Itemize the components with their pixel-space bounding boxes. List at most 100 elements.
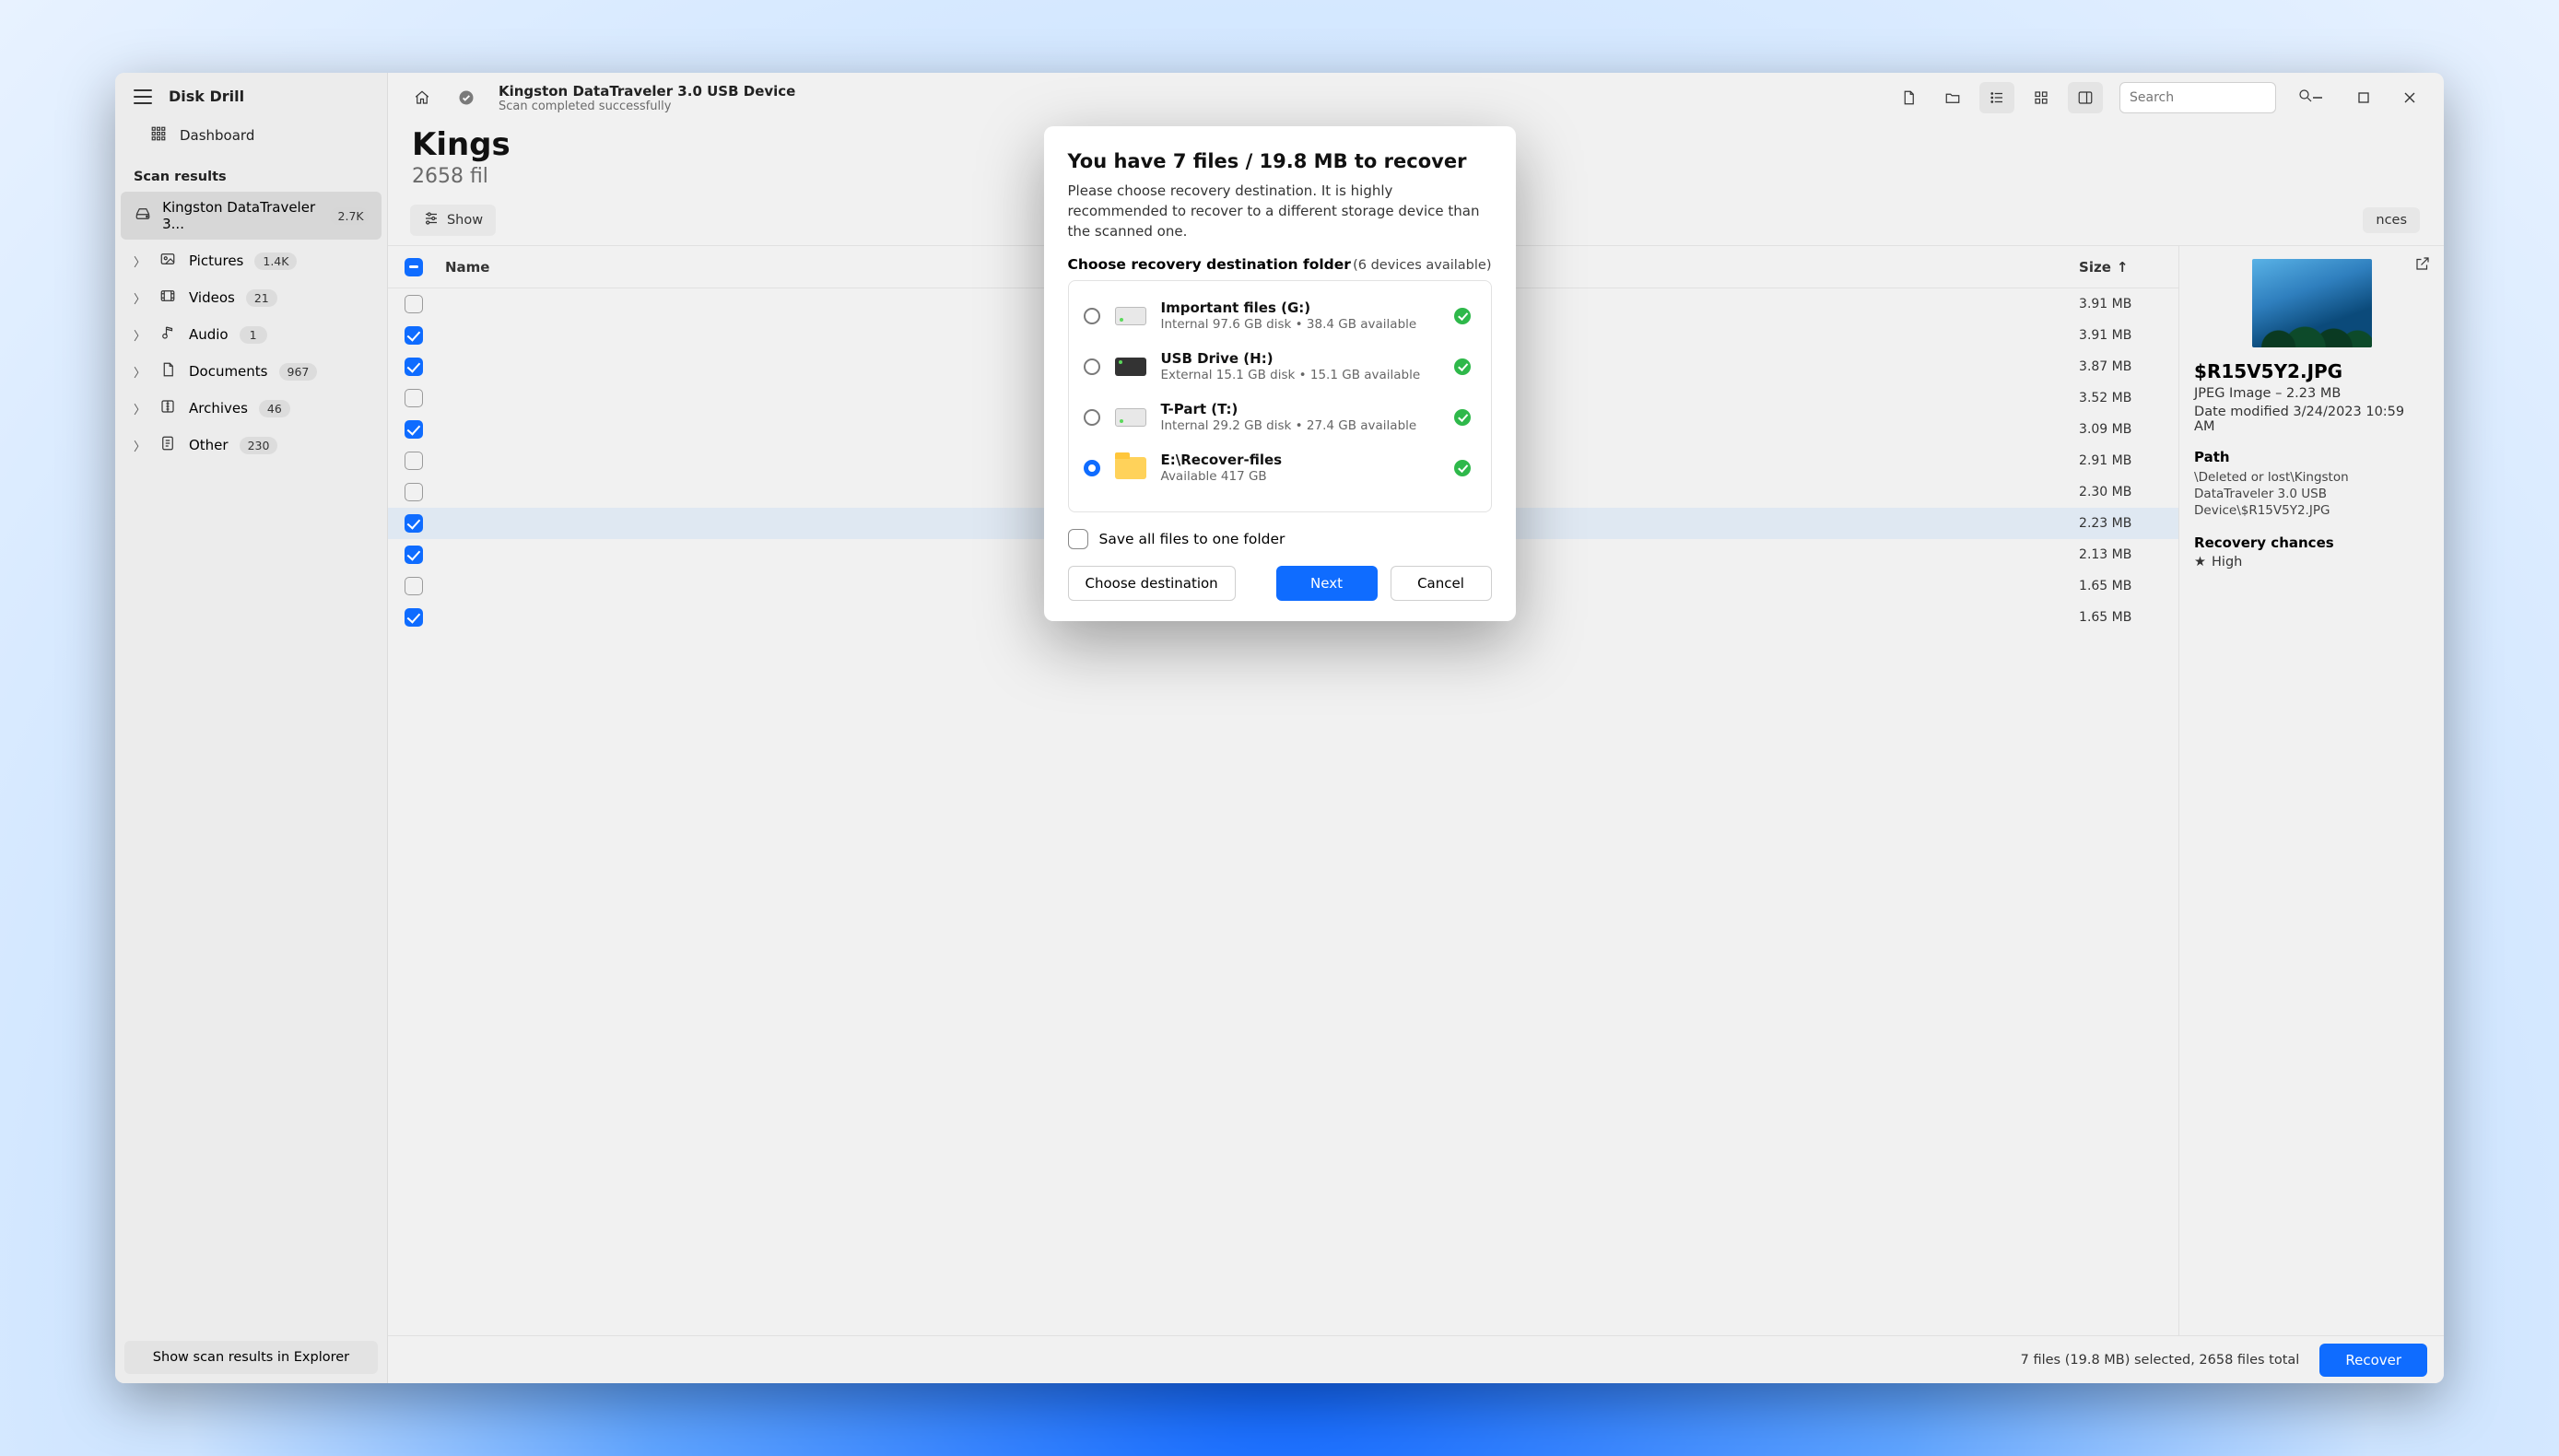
row-checkbox[interactable]	[405, 326, 423, 345]
chevron-right-icon: 〉	[134, 437, 147, 454]
sliders-icon	[423, 210, 440, 230]
app-window: Disk Drill Dashboard Scan results Kingst…	[115, 73, 2444, 1383]
status-check-icon	[449, 82, 484, 113]
details-path-value: \Deleted or lost\Kingston DataTraveler 3…	[2194, 469, 2429, 520]
row-size: 1.65 MB	[2079, 579, 2162, 593]
sidebar-item-audio[interactable]: 〉Audio1	[121, 317, 382, 352]
sidebar-item-count: 46	[259, 400, 290, 417]
row-checkbox[interactable]	[405, 514, 423, 533]
save-to-one-folder-checkbox[interactable]	[1068, 529, 1088, 549]
destination-sub: Available 417 GB	[1161, 469, 1439, 484]
destination-row[interactable]: Important files (G:)Internal 97.6 GB dis…	[1076, 290, 1484, 341]
app-title: Disk Drill	[169, 88, 244, 105]
sidebar-item-label: Pictures	[189, 252, 243, 269]
choose-destination-button[interactable]: Choose destination	[1068, 566, 1236, 601]
show-results-in-explorer-button[interactable]: Show scan results in Explorer	[124, 1341, 378, 1374]
row-checkbox[interactable]	[405, 483, 423, 501]
search-box[interactable]	[2119, 82, 2276, 113]
file-icon[interactable]	[1891, 82, 1926, 113]
header-scan-status: Scan completed successfully	[499, 100, 795, 113]
filter-last-pill[interactable]: nces	[2363, 207, 2420, 233]
audio-icon	[158, 324, 178, 345]
row-checkbox[interactable]	[405, 546, 423, 564]
row-size: 3.87 MB	[2079, 359, 2162, 374]
chevron-right-icon: 〉	[134, 252, 147, 270]
destination-row[interactable]: USB Drive (H:)External 15.1 GB disk • 15…	[1076, 341, 1484, 392]
grid-view-icon[interactable]	[2024, 82, 2059, 113]
folder-icon[interactable]	[1935, 82, 1970, 113]
sidebar: Disk Drill Dashboard Scan results Kingst…	[115, 73, 388, 1383]
row-checkbox[interactable]	[405, 577, 423, 595]
drive-icon	[134, 205, 151, 226]
sidebar-item-count: 967	[279, 363, 318, 381]
destination-row[interactable]: T-Part (T:)Internal 29.2 GB disk • 27.4 …	[1076, 392, 1484, 442]
destination-name: E:\Recover-files	[1161, 452, 1439, 468]
destination-radio[interactable]	[1084, 409, 1100, 426]
details-type: JPEG Image – 2.23 MB	[2194, 386, 2429, 401]
sidebar-item-documents[interactable]: 〉Documents967	[121, 354, 382, 389]
home-icon[interactable]	[405, 82, 440, 113]
destination-list[interactable]: Important files (G:)Internal 97.6 GB dis…	[1068, 280, 1492, 512]
row-checkbox[interactable]	[405, 358, 423, 376]
row-checkbox[interactable]	[405, 389, 423, 407]
row-size: 1.65 MB	[2079, 610, 2162, 625]
row-checkbox[interactable]	[405, 420, 423, 439]
external-drive-icon	[1115, 358, 1146, 376]
destination-name: USB Drive (H:)	[1161, 350, 1439, 367]
destination-sub: Internal 97.6 GB disk • 38.4 GB availabl…	[1161, 317, 1439, 332]
window-close-button[interactable]	[2390, 82, 2429, 113]
destination-radio[interactable]	[1084, 308, 1100, 324]
row-checkbox[interactable]	[405, 608, 423, 627]
check-icon	[1454, 308, 1471, 324]
chevron-right-icon: 〉	[134, 289, 147, 307]
destination-radio[interactable]	[1084, 358, 1100, 375]
select-all-checkbox[interactable]	[405, 258, 423, 276]
star-icon: ★	[2194, 555, 2206, 569]
sidebar-dashboard-label: Dashboard	[180, 127, 254, 144]
sidebar-item-label: Audio	[189, 326, 229, 343]
window-maximize-button[interactable]	[2344, 82, 2383, 113]
search-input[interactable]	[2130, 90, 2290, 105]
sidebar-item-label: Other	[189, 437, 229, 453]
sidebar-item-dashboard[interactable]: Dashboard	[123, 116, 380, 155]
panel-view-icon[interactable]	[2068, 82, 2103, 113]
documents-icon	[158, 361, 178, 382]
sidebar-heading-scan-results: Scan results	[115, 157, 387, 190]
details-path-heading: Path	[2194, 449, 2429, 465]
sidebar-item-archives[interactable]: 〉Archives46	[121, 391, 382, 426]
grid-icon	[150, 125, 167, 146]
sidebar-item-count: 230	[240, 437, 278, 454]
menu-icon[interactable]	[134, 89, 152, 104]
destination-radio[interactable]	[1084, 460, 1100, 476]
sidebar-item-videos[interactable]: 〉Videos21	[121, 280, 382, 315]
header-device-title: Kingston DataTraveler 3.0 USB Device	[499, 83, 795, 100]
sidebar-item-other[interactable]: 〉 Other 230	[121, 428, 382, 463]
dialog-body: Please choose recovery destination. It i…	[1068, 182, 1492, 241]
filter-show-pill[interactable]: Show	[410, 205, 496, 236]
check-icon	[1454, 409, 1471, 426]
recover-button[interactable]: Recover	[2319, 1344, 2427, 1377]
cancel-button[interactable]: Cancel	[1391, 566, 1492, 601]
sidebar-device-label: Kingston DataTraveler 3...	[162, 199, 318, 232]
details-date-modified: Date modified 3/24/2023 10:59 AM	[2194, 405, 2429, 434]
row-size: 2.23 MB	[2079, 516, 2162, 531]
details-chances-value: ★High	[2194, 555, 2429, 569]
status-bar: 7 files (19.8 MB) selected, 2658 files t…	[388, 1335, 2444, 1383]
destination-row[interactable]: E:\Recover-filesAvailable 417 GB	[1076, 442, 1484, 493]
window-minimize-button[interactable]	[2298, 82, 2337, 113]
row-checkbox[interactable]	[405, 295, 423, 313]
next-button[interactable]: Next	[1276, 566, 1378, 601]
sidebar-item-count: 1.4K	[254, 252, 297, 270]
column-header-size[interactable]: Size ↑	[2079, 259, 2162, 276]
check-icon	[1454, 358, 1471, 375]
list-view-icon[interactable]	[1979, 82, 2014, 113]
chevron-right-icon: 〉	[134, 326, 147, 344]
row-checkbox[interactable]	[405, 452, 423, 470]
sidebar-device-count: 2.7K	[330, 207, 369, 225]
sidebar-item-pictures[interactable]: 〉 Pictures 1.4K	[121, 243, 382, 278]
open-external-icon[interactable]	[2414, 255, 2431, 276]
folder-icon	[1115, 457, 1146, 479]
row-size: 3.91 MB	[2079, 328, 2162, 343]
recovery-destination-dialog: You have 7 files / 19.8 MB to recover Pl…	[1044, 126, 1516, 621]
sidebar-item-device[interactable]: Kingston DataTraveler 3... 2.7K	[121, 192, 382, 240]
